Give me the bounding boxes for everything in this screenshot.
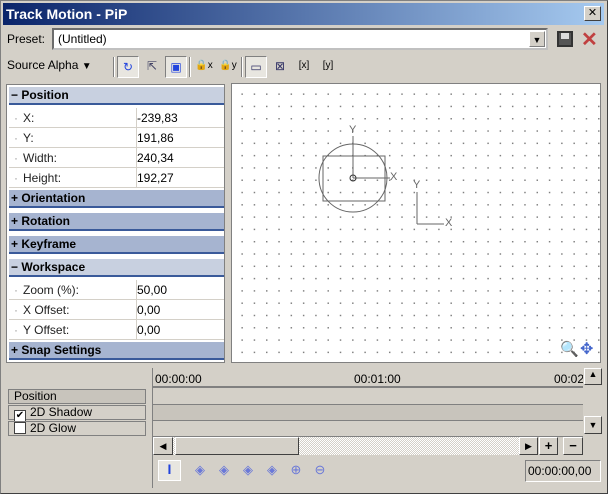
zoom-icon[interactable]: 🔍	[560, 340, 579, 358]
canvas-overlay	[318, 136, 444, 225]
track-label: 2D Shadow	[30, 405, 93, 419]
axis-x-label: X	[390, 171, 398, 183]
section-keyframe[interactable]: + Keyframe	[9, 236, 224, 254]
properties-panel: − Position X:-239,83 Y:191,86 Width:240,…	[6, 84, 225, 363]
prop-label: Y:	[14, 131, 33, 145]
prop-value[interactable]: 0,00	[137, 323, 160, 343]
rotate-icon[interactable]: ↻	[117, 56, 139, 78]
track-label: 2D Glow	[30, 421, 77, 435]
track-list: Position ✔ 2D Shadow 2D Glow	[8, 389, 146, 437]
lock-y-icon[interactable]: 🔒y	[217, 56, 239, 78]
prev-keyframe-icon[interactable]: ◈	[217, 463, 231, 477]
axis-y-label: Y	[349, 124, 357, 136]
scroll-down-button[interactable]: ▼	[584, 416, 602, 434]
next-keyframe-icon[interactable]: ◈	[241, 463, 255, 477]
y-box-icon[interactable]: [y]	[317, 56, 339, 78]
section-label: Snap Settings	[21, 343, 102, 357]
source-label: Source Alpha	[7, 58, 79, 72]
zoom-in-button[interactable]: +	[539, 437, 558, 455]
preset-value: (Untitled)	[58, 32, 107, 46]
section-orientation[interactable]: + Orientation	[9, 190, 224, 208]
timeline-lane[interactable]	[153, 421, 583, 437]
separator	[189, 57, 191, 77]
prop-label: X:	[14, 111, 35, 125]
preset-label: Preset:	[7, 32, 46, 46]
move-icon[interactable]: ⇱	[141, 56, 163, 78]
tick-label: 00:01:00	[354, 372, 401, 386]
prop-row[interactable]: X Offset:0,00	[9, 300, 224, 320]
separator	[113, 57, 115, 77]
section-rotation[interactable]: + Rotation	[9, 213, 224, 231]
timeline-lane[interactable]	[153, 405, 583, 421]
axis-y-label: Y	[413, 179, 421, 191]
zoom-out-button[interactable]: −	[563, 437, 583, 455]
prop-label: X Offset:	[14, 303, 70, 317]
3d-box-icon[interactable]: ▣	[165, 56, 187, 78]
view-icon[interactable]: ▭	[245, 56, 267, 78]
lock-x-icon[interactable]: 🔒x	[193, 56, 215, 78]
prop-row[interactable]: Y Offset: 0,00	[9, 320, 224, 340]
lock-cursor-button[interactable]: I	[158, 460, 181, 481]
chevron-down-icon[interactable]: ▼	[529, 31, 545, 47]
section-workspace[interactable]: − Workspace	[9, 259, 224, 277]
source-alpha-dropdown[interactable]: Source Alpha ▼	[7, 58, 92, 72]
close-button[interactable]: ✕	[584, 6, 601, 21]
preset-dropdown[interactable]: (Untitled) ▼	[52, 28, 548, 50]
timeline-lane[interactable]	[153, 389, 583, 405]
prop-label: Height:	[14, 171, 61, 185]
track-position[interactable]: Position	[8, 389, 146, 404]
delete-preset-icon[interactable]: ✕	[581, 27, 598, 52]
axis-x-label: X	[445, 217, 453, 229]
section-label: Rotation	[21, 214, 70, 228]
toolbar: ↻ ⇱ ▣ 🔒x 🔒y ▭ ⊠ [x] [y]	[113, 56, 339, 78]
track-2d-glow[interactable]: 2D Glow	[8, 421, 146, 436]
prop-row[interactable]: X:-239,83	[9, 108, 224, 128]
add-keyframe-icon[interactable]: ⊕	[289, 463, 303, 477]
section-snap-settings[interactable]: + Snap Settings	[9, 342, 224, 360]
delete-keyframe-icon[interactable]: ⊖	[313, 463, 327, 477]
section-label: Workspace	[21, 260, 86, 274]
track-2d-shadow[interactable]: ✔ 2D Shadow	[8, 405, 146, 422]
prop-value[interactable]: 192,27	[137, 171, 174, 191]
pan-icon[interactable]: ✥	[580, 339, 593, 359]
motion-canvas[interactable]: Y X Y X 🔍 ✥	[231, 83, 601, 363]
prop-row[interactable]: Y:191,86	[9, 128, 224, 148]
section-label: Keyframe	[21, 237, 77, 251]
section-label: Position	[21, 88, 69, 102]
timeline[interactable]: 00:00:00 00:01:00 00:02 ▲ ▼ ◀ ▶ + − I ◈ …	[152, 368, 602, 488]
prop-row[interactable]: Width:240,34	[9, 148, 224, 168]
section-label: Orientation	[21, 191, 86, 205]
prop-label: Width:	[14, 151, 57, 165]
time-display[interactable]: 00:00:00,00	[525, 460, 601, 482]
scroll-right-button[interactable]: ▶	[519, 437, 538, 455]
x-box-icon[interactable]: [x]	[293, 56, 315, 78]
save-preset-icon[interactable]	[557, 31, 573, 47]
fit-icon[interactable]: ⊠	[269, 56, 291, 78]
tick-label: 00:02	[554, 372, 583, 386]
separator	[241, 57, 243, 77]
prop-label: Y Offset:	[14, 323, 69, 337]
track-label: Position	[14, 389, 57, 403]
prop-row[interactable]: Height: 192,27	[9, 168, 224, 188]
prop-label: Zoom (%):	[14, 283, 79, 297]
last-keyframe-icon[interactable]: ◈	[265, 463, 279, 477]
tick-label: 00:00:00	[155, 372, 202, 386]
scroll-thumb[interactable]	[175, 437, 299, 455]
scroll-left-button[interactable]: ◀	[153, 437, 173, 455]
checkbox[interactable]	[14, 422, 26, 434]
section-position[interactable]: − Position	[9, 87, 224, 105]
first-keyframe-icon[interactable]: ◈	[193, 463, 207, 477]
title-bar: Track Motion - PiP	[3, 3, 604, 25]
prop-row[interactable]: Zoom (%):50,00	[9, 280, 224, 300]
scroll-up-button[interactable]: ▲	[584, 368, 602, 385]
chevron-down-icon: ▼	[81, 61, 92, 72]
